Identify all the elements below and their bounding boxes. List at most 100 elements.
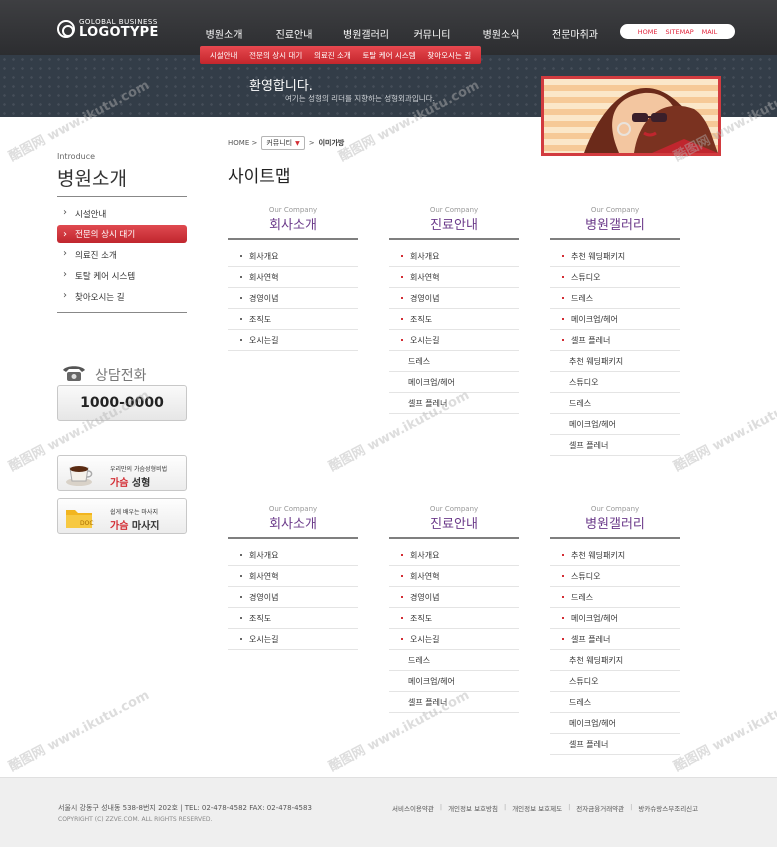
- column-subtitle: Our Company: [268, 206, 318, 214]
- sitemap-link[interactable]: 메이크업/헤어: [550, 713, 680, 734]
- sitemap-link[interactable]: 메이크업/헤어: [389, 671, 519, 692]
- footer-link-report[interactable]: 방카슈랑스부조리신고: [638, 803, 698, 813]
- sitemap-link[interactable]: 셀프 플레너: [389, 692, 519, 713]
- telephone-icon: [63, 366, 85, 381]
- nav-item-anesthesia[interactable]: 전문마취과: [552, 26, 598, 41]
- sitemap-link[interactable]: 오시는길: [228, 330, 358, 351]
- sitemap-link[interactable]: 메이크업/헤어: [550, 309, 680, 330]
- mail-link[interactable]: MAIL: [702, 28, 718, 36]
- sitemap-link[interactable]: 회사개요: [389, 545, 519, 566]
- breadcrumb-home[interactable]: HOME: [228, 139, 249, 147]
- watermark: 酷图网 www.ikutu.com: [671, 687, 777, 775]
- footer-links: 서비스이용약관 | 개인정보 보호방침 | 개인정보 보호제도 | 전자금융거래약관 |…: [392, 803, 699, 813]
- sidebar-item-specialist[interactable]: 전문의 상시 대기: [57, 225, 187, 243]
- sitemap-link[interactable]: 드레스: [550, 393, 680, 414]
- sitemap-link[interactable]: 회사개요: [228, 246, 358, 267]
- footer-link-privacy-policy[interactable]: 개인정보 보호방침: [448, 803, 498, 813]
- nav-item-gallery[interactable]: 병원갤러리: [343, 26, 389, 41]
- footer-link-terms[interactable]: 서비스이용약관: [392, 803, 434, 813]
- coffee-cup-icon: [66, 466, 93, 486]
- sitemap-link[interactable]: 스튜디오: [550, 267, 680, 288]
- sitemap-link[interactable]: 오시는길: [389, 330, 519, 351]
- footer-link-privacy-system[interactable]: 개인정보 보호제도: [512, 803, 562, 813]
- sitemap-link[interactable]: 오시는길: [228, 629, 358, 650]
- sitemap-link[interactable]: 회사개요: [389, 246, 519, 267]
- column-title[interactable]: 병원갤러리: [550, 216, 680, 236]
- subnav-item-directions[interactable]: 찾아오시는 길: [427, 50, 471, 61]
- sitemap-link[interactable]: 셀프 플레너: [550, 435, 680, 456]
- sitemap-link[interactable]: 오시는길: [389, 629, 519, 650]
- column-divider: [389, 537, 519, 539]
- sitemap-link[interactable]: 경영이념: [228, 288, 358, 309]
- promo-highlight: 가슴: [110, 478, 129, 489]
- nav-item-treatment[interactable]: 진료안내: [276, 26, 313, 41]
- sitemap-link[interactable]: SITEMAP: [666, 28, 694, 36]
- sitemap-link[interactable]: 추천 웨딩패키지: [550, 351, 680, 372]
- sidebar-item-facilities[interactable]: 시설안내: [57, 203, 187, 224]
- sitemap-link[interactable]: 메이크업/헤어: [550, 414, 680, 435]
- svg-text:DOC: DOC: [80, 520, 94, 527]
- sitemap-link[interactable]: 회사연혁: [389, 566, 519, 587]
- sitemap-link[interactable]: 드레스: [550, 288, 680, 309]
- footer-link-e-finance[interactable]: 전자금융거래약관: [576, 803, 624, 813]
- breadcrumb-select[interactable]: 커뮤니티 ▼: [261, 136, 305, 150]
- sitemap-link[interactable]: 셀프 플레너: [550, 330, 680, 351]
- subnav-item-staff[interactable]: 의료진 소개: [314, 50, 351, 61]
- sitemap-link[interactable]: 조직도: [389, 608, 519, 629]
- sitemap-link[interactable]: 조직도: [228, 608, 358, 629]
- column-divider: [550, 537, 680, 539]
- sidebar-item-directions[interactable]: 찾아오시는 길: [57, 286, 187, 307]
- sitemap-link[interactable]: 드레스: [550, 587, 680, 608]
- subnav-item-facilities[interactable]: 시설안내: [210, 50, 238, 61]
- column-title[interactable]: 병원갤러리: [550, 515, 680, 535]
- column-divider: [228, 238, 358, 240]
- column-subtitle: Our Company: [429, 505, 479, 513]
- logo[interactable]: GOLOBAL BUSINESS LOGOTYPE: [57, 19, 159, 39]
- nav-item-hospital[interactable]: 병원소개: [206, 26, 243, 41]
- welcome-subtitle: 여기는 성형의 리더를 지향하는 성형외과입니다.: [285, 94, 435, 103]
- column-subtitle: Our Company: [590, 206, 640, 214]
- sitemap-link[interactable]: 드레스: [550, 692, 680, 713]
- subnav-item-specialist[interactable]: 전문의 상시 대기: [249, 50, 302, 61]
- phone-number: 1000-0000: [57, 385, 187, 421]
- sidebar-item-total-care[interactable]: 토탈 케어 시스템: [57, 265, 187, 286]
- sitemap-link[interactable]: 메이크업/헤어: [389, 372, 519, 393]
- subnav-item-total-care[interactable]: 토탈 케어 시스템: [363, 50, 416, 61]
- sitemap-link[interactable]: 회사연혁: [389, 267, 519, 288]
- sitemap-link[interactable]: 회사연혁: [228, 566, 358, 587]
- sitemap-link[interactable]: 회사연혁: [228, 267, 358, 288]
- sitemap-link[interactable]: 메이크업/헤어: [550, 608, 680, 629]
- sitemap-link[interactable]: 셀프 플레너: [389, 393, 519, 414]
- nav-item-community[interactable]: 커뮤니티: [414, 26, 451, 41]
- sitemap-link[interactable]: 셀프 플레너: [550, 734, 680, 755]
- promo-breast-massage[interactable]: DOC 쉽게 배우는 마사지 가슴 마사지: [57, 498, 187, 534]
- sidebar-divider: [57, 196, 187, 197]
- chevron-down-icon: ▼: [295, 140, 300, 147]
- footer: 서울시 강동구 성내동 538-8번지 202호 | TEL: 02-478-4…: [0, 777, 777, 847]
- sitemap-link[interactable]: 셀프 플레너: [550, 629, 680, 650]
- column-title[interactable]: 회사소개: [228, 515, 358, 535]
- sitemap-link[interactable]: 경영이념: [389, 587, 519, 608]
- sitemap-link[interactable]: 조직도: [228, 309, 358, 330]
- sitemap-link[interactable]: 추천 웨딩패키지: [550, 545, 680, 566]
- sitemap-link[interactable]: 드레스: [389, 650, 519, 671]
- sitemap-link[interactable]: 회사개요: [228, 545, 358, 566]
- sitemap-link[interactable]: 경영이념: [228, 587, 358, 608]
- promo-breast-surgery[interactable]: 우리만의 가슴성형비법 가슴 성형: [57, 455, 187, 491]
- sitemap-link[interactable]: 드레스: [389, 351, 519, 372]
- breadcrumb-current: 이미가방: [318, 139, 345, 147]
- column-title[interactable]: 진료안내: [389, 216, 519, 236]
- column-title[interactable]: 진료안내: [389, 515, 519, 535]
- sitemap-link[interactable]: 추천 웨딩패키지: [550, 650, 680, 671]
- nav-item-news[interactable]: 병원소식: [483, 26, 520, 41]
- sitemap-link[interactable]: 추천 웨딩패키지: [550, 246, 680, 267]
- sitemap-link[interactable]: 스튜디오: [550, 372, 680, 393]
- column-title[interactable]: 회사소개: [228, 216, 358, 236]
- home-link[interactable]: HOME: [638, 28, 658, 36]
- sitemap-link[interactable]: 조직도: [389, 309, 519, 330]
- sidebar-item-staff[interactable]: 의료진 소개: [57, 244, 187, 265]
- sitemap-link[interactable]: 경영이념: [389, 288, 519, 309]
- sitemap-link[interactable]: 스튜디오: [550, 671, 680, 692]
- welcome-title: 환영합니다.: [249, 79, 313, 94]
- sitemap-link[interactable]: 스튜디오: [550, 566, 680, 587]
